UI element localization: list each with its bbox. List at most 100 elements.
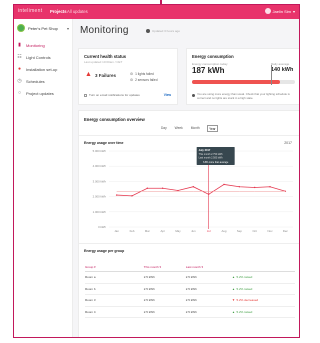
column-header-this-month[interactable]: This month ▾ [143,262,186,272]
tab-month[interactable]: Month [190,125,201,132]
circle-icon: ○ [17,90,22,96]
app-logo[interactable]: inteliment [18,8,42,14]
header-label: Last month [185,264,201,269]
x-tick-label: Jul [207,229,211,233]
group-table: Group ▾ This month ▾ Last month ▾ Room a… [85,262,295,318]
x-tick-label: Jan [114,229,119,233]
grid-icon: ☷ [17,54,22,60]
sidebar-item-schedules[interactable]: ◷ Schedules [17,77,69,85]
tab-year[interactable]: Year [206,125,219,132]
health-title: Current health status [84,54,127,59]
column-header-last-month[interactable]: Last month ▾ [185,262,232,272]
data-point [115,194,118,196]
info-icon[interactable] [146,29,150,33]
header-label: This month [143,264,159,269]
arrow-up-icon: ▲ [231,275,235,280]
tooltip-footer: 6.8% more than average [203,161,229,164]
change-label: 5.2% raised [236,309,253,314]
health-subtitle: Last updated 10:00am / CET [84,60,123,64]
sidebar-item-label: Schedules [26,78,45,84]
table-row[interactable]: Room b 2.5 kWh 2.5 kWh ▲ 5.2% raised [85,283,295,295]
failure-item: ⚙ 1 lights failed [130,72,154,76]
change-label: 5.2% raised [236,275,253,280]
data-point [146,187,149,189]
x-tick-label: Sep [237,229,242,233]
y-tick-label: 1.000 kWh [93,210,107,214]
energy-average-value: 140 kWh [271,66,294,73]
energy-average-label: Daily average [271,62,290,66]
nav-projects[interactable]: Projects [50,9,67,14]
chevron-down-icon: ▾ [66,25,69,31]
cell-last-month: 2.5 kWh [185,283,232,295]
energy-today-value: 187 kWh [192,66,225,75]
tab-week[interactable]: Week [174,125,184,132]
data-point [253,186,256,189]
sidebar: Peter's Pet Shop ▾ ▮ Monitoring ☷ Light … [14,19,73,337]
x-tick-label: Dec [283,229,289,233]
gear-icon: ⚙ [130,72,134,76]
energy-line-chart[interactable]: 5.000 kWh 4.000 kWh 3.000 kWh 2.000 kWh 1.00… [79,145,300,241]
page-subtitle: Updated 3 hours ago [152,29,181,33]
y-tick-label: 2.000 kWh [93,195,107,199]
sidebar-item-label: Project updates [26,90,54,96]
x-tick-label: Mar [145,229,150,233]
energy-overview-card: Energy consumption overview Day Week Mon… [78,110,300,337]
bar-chart-icon: ▮ [18,42,21,48]
failure-item-label: 2 sensors failed [135,78,158,82]
sidebar-item-monitoring[interactable]: ▮ Monitoring [17,41,69,49]
sidebar-item-installation[interactable]: ● Installation set-up [17,65,69,73]
table-row[interactable]: Room 3 2.5 kWh 2.5 kWh ▼ 5.2% decreased [85,294,295,307]
user-name: Jaelin Sim [272,8,291,14]
cell-this-month: 2.5 kWh [143,271,186,284]
y-tick-label: 4.000 kWh [93,164,107,168]
column-header-group[interactable]: Group ▾ [85,262,144,272]
site-selector[interactable]: Peter's Pet Shop ▾ [17,23,69,33]
table-row[interactable]: Room a 2.5 kWh 2.5 kWh ▲ 5.2% raised [85,271,295,284]
cell-last-month: 2.5 kWh [185,294,232,307]
view-link[interactable]: View [164,93,171,97]
data-point [177,189,179,192]
divider [79,243,299,244]
app-window: inteliment Projects All updates Jaelin S… [13,4,300,338]
tooltip-row: Last month 2.500 kWh [199,157,224,160]
notify-checkbox[interactable] [84,93,87,97]
nav-all-updates[interactable]: All updates [67,9,88,14]
info-icon [192,93,195,97]
arrow-up-icon: ▲ [231,286,235,291]
header-label: Group [85,264,94,269]
sidebar-item-light-controls[interactable]: ☷ Light Controls [17,53,69,61]
energy-note-text: You are using more energy than usual. Ch… [197,92,290,100]
cell-last-month: 2.5 kWh [185,306,232,318]
cell-last-month: 2.5 kWh [185,271,232,284]
table-row[interactable]: Room 4 2.5 kWh 2.5 kWh ▲ 5.2% raised [85,306,295,318]
failure-count: 3 Failures [95,73,117,78]
sidebar-item-label: Installation set-up [26,66,58,72]
data-point [269,186,271,188]
y-tick-label: 0 kWh [98,225,106,229]
group-table-title: Energy usage per group [84,249,125,253]
data-point [131,195,133,197]
x-tick-label: Apr [160,229,164,233]
energy-title: Energy consumption [192,54,234,59]
sidebar-item-label: Light Controls [26,54,51,60]
location-pin-icon: ● [17,66,22,72]
change-label: 5.2% decreased [236,298,259,303]
warning-icon: ▲ [85,71,92,78]
top-bar: inteliment Projects All updates Jaelin S… [14,5,299,19]
site-avatar [17,24,25,32]
energy-bar-fill [192,80,280,84]
notify-label: Turn on email notifications for updates [89,93,140,97]
health-status-card: Current health status Last updated 10:00… [78,48,178,105]
x-tick-label: Feb [130,229,135,233]
cell-this-month: 2.5 kWh [143,306,186,318]
user-menu[interactable]: Jaelin Sim ▾ [264,8,295,14]
notify-option[interactable]: Turn on email notifications for updates [84,93,140,97]
chevron-down-icon: ▾ [292,8,295,14]
cell-this-month: 2.5 kWh [143,283,186,295]
avatar [264,8,271,14]
tab-day[interactable]: Day [160,125,168,132]
x-tick-label: Jun [191,229,196,233]
sidebar-item-project-updates[interactable]: ○ Project updates [17,89,69,97]
cell-change: ▲ 5.2% raised [231,306,295,318]
overview-title: Energy consumption overview [84,117,145,122]
